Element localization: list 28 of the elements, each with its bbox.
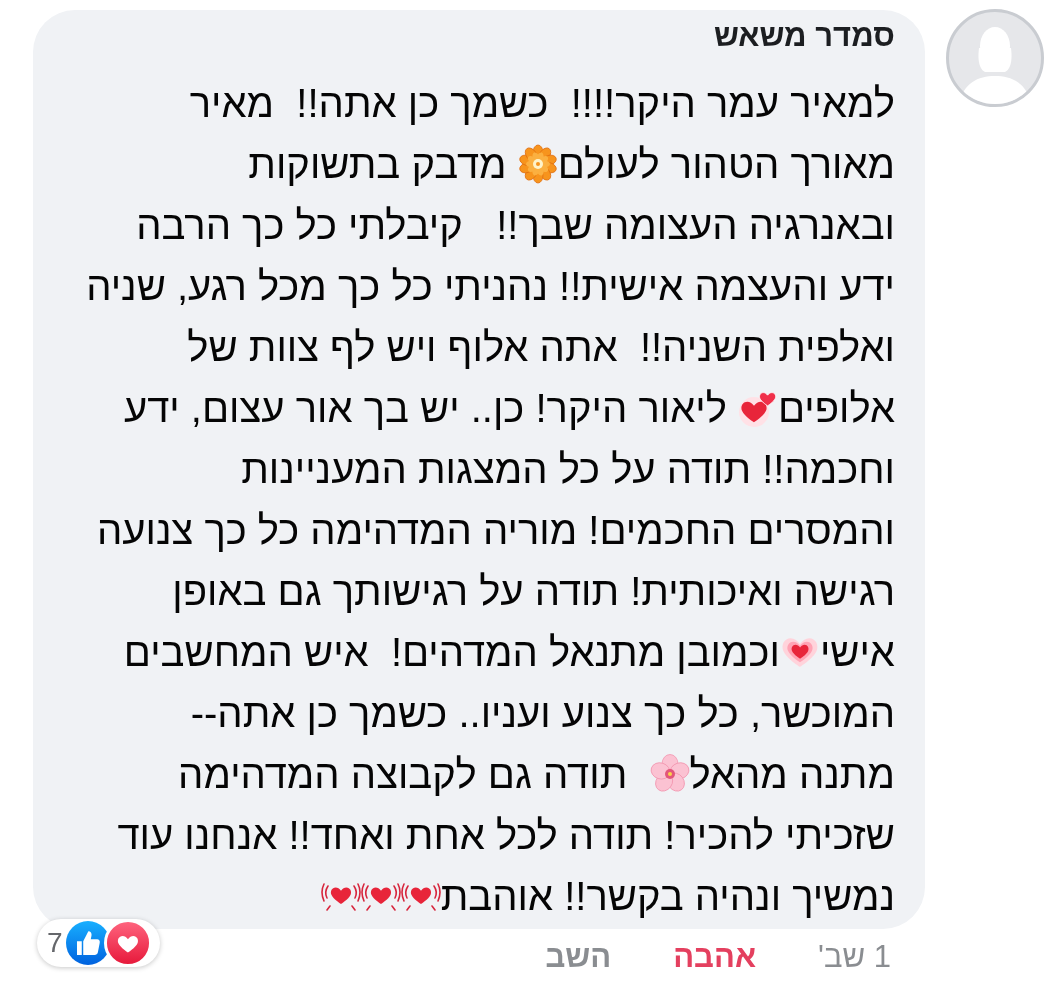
comment-text: וחכמה!! תודה על כל המצגות המעניינות [241, 447, 895, 491]
comment-text: מדבק בתשוקות [248, 142, 508, 186]
comment-timestamp[interactable]: 1 שב' [818, 937, 891, 977]
comment-text: ליאור היקר! כן.. יש בך אור עצום, ידע [123, 386, 728, 430]
like-icon [65, 921, 110, 965]
love-button[interactable]: אהבה [673, 937, 757, 977]
reaction-count: 7 [47, 927, 63, 959]
comment-text: אישי [819, 630, 895, 674]
blossom-icon [649, 754, 690, 794]
comment-text: המוכשר, כל כך צנוע ועניו.. כשמך כן אתה-- [190, 691, 895, 735]
comment-text: מתנה מהאל [689, 752, 895, 796]
comment-text: נמשיך ונהיה בקשר!! אוהבת [440, 874, 895, 918]
comment-text: למאיר עמר היקר!!!! כשמך כן אתה!! מאיר [189, 81, 895, 125]
comment-text: ידע והעצמה אישית!! נהניתי כל כך מכל רגע, שניה [86, 264, 895, 308]
comment-text: שזכיתי להכיר! תודה לכל אחת ואחד!! אנחנו עוד [117, 813, 895, 857]
comment-text: ובאנרגיה העצומה שבך!! קיבלתי כל כך הרבה [136, 203, 895, 247]
comment-text: וכמובן מתנאל המדהים! איש המחשבים [123, 630, 780, 674]
reaction-summary[interactable]: 7 [37, 919, 160, 967]
comment-text: מאורך הטהור לעולם [557, 142, 895, 186]
flower-icon [517, 144, 558, 184]
comment-text: רגישה ואיכותית! תודה על רגישותך גם באופן [172, 569, 895, 613]
comment-text: ואלפית השניה!! אתה אלוף ויש לף צוות של [187, 325, 895, 369]
avatar-icon[interactable] [945, 8, 1045, 108]
comment-text: תודה גם לקבוצה המדהימה [178, 752, 629, 796]
author-name[interactable]: סמדר משאש [713, 16, 895, 56]
reply-button[interactable]: השב [545, 937, 612, 977]
comment-text: אלופים [778, 386, 895, 430]
comment-text: והמסרים החכמים! מוריה המדהימה כל כך צנועה [96, 508, 895, 552]
